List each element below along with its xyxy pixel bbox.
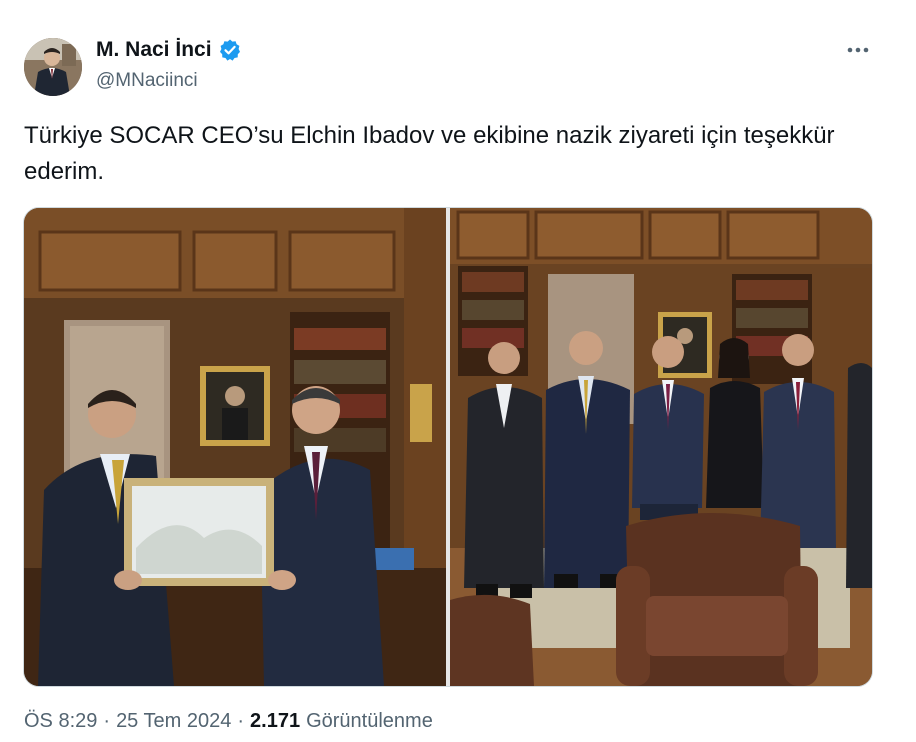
tweet-card: M. Naci İnci @MNaciinci Türkiye SOCAR CE… — [0, 0, 916, 742]
tweet-date[interactable]: 25 Tem 2024 — [116, 710, 231, 733]
display-name[interactable]: M. Naci İnci — [96, 38, 212, 62]
photo-group[interactable] — [450, 208, 872, 686]
author-name-row: M. Naci İnci — [96, 38, 242, 62]
more-horizontal-icon[interactable] — [840, 36, 876, 64]
meta-separator: · — [103, 710, 111, 732]
avatar[interactable] — [24, 38, 82, 96]
view-count[interactable]: 2.171 — [250, 710, 300, 733]
views-label: Görüntülenme — [306, 710, 433, 732]
tweet-text: Türkiye SOCAR CEO’su Elchin Ibadov ve ek… — [24, 122, 835, 185]
verified-badge-icon[interactable] — [218, 38, 242, 62]
tweet-meta: ÖS 8:29 · 25 Tem 2024 · 2.171 Görüntülen… — [24, 710, 433, 733]
author-handle[interactable]: @MNaciinci — [96, 70, 198, 92]
tweet-time[interactable]: ÖS 8:29 — [24, 710, 97, 733]
media-grid — [23, 207, 873, 687]
photo-presentation[interactable] — [24, 208, 446, 686]
meta-separator: · — [237, 710, 245, 732]
